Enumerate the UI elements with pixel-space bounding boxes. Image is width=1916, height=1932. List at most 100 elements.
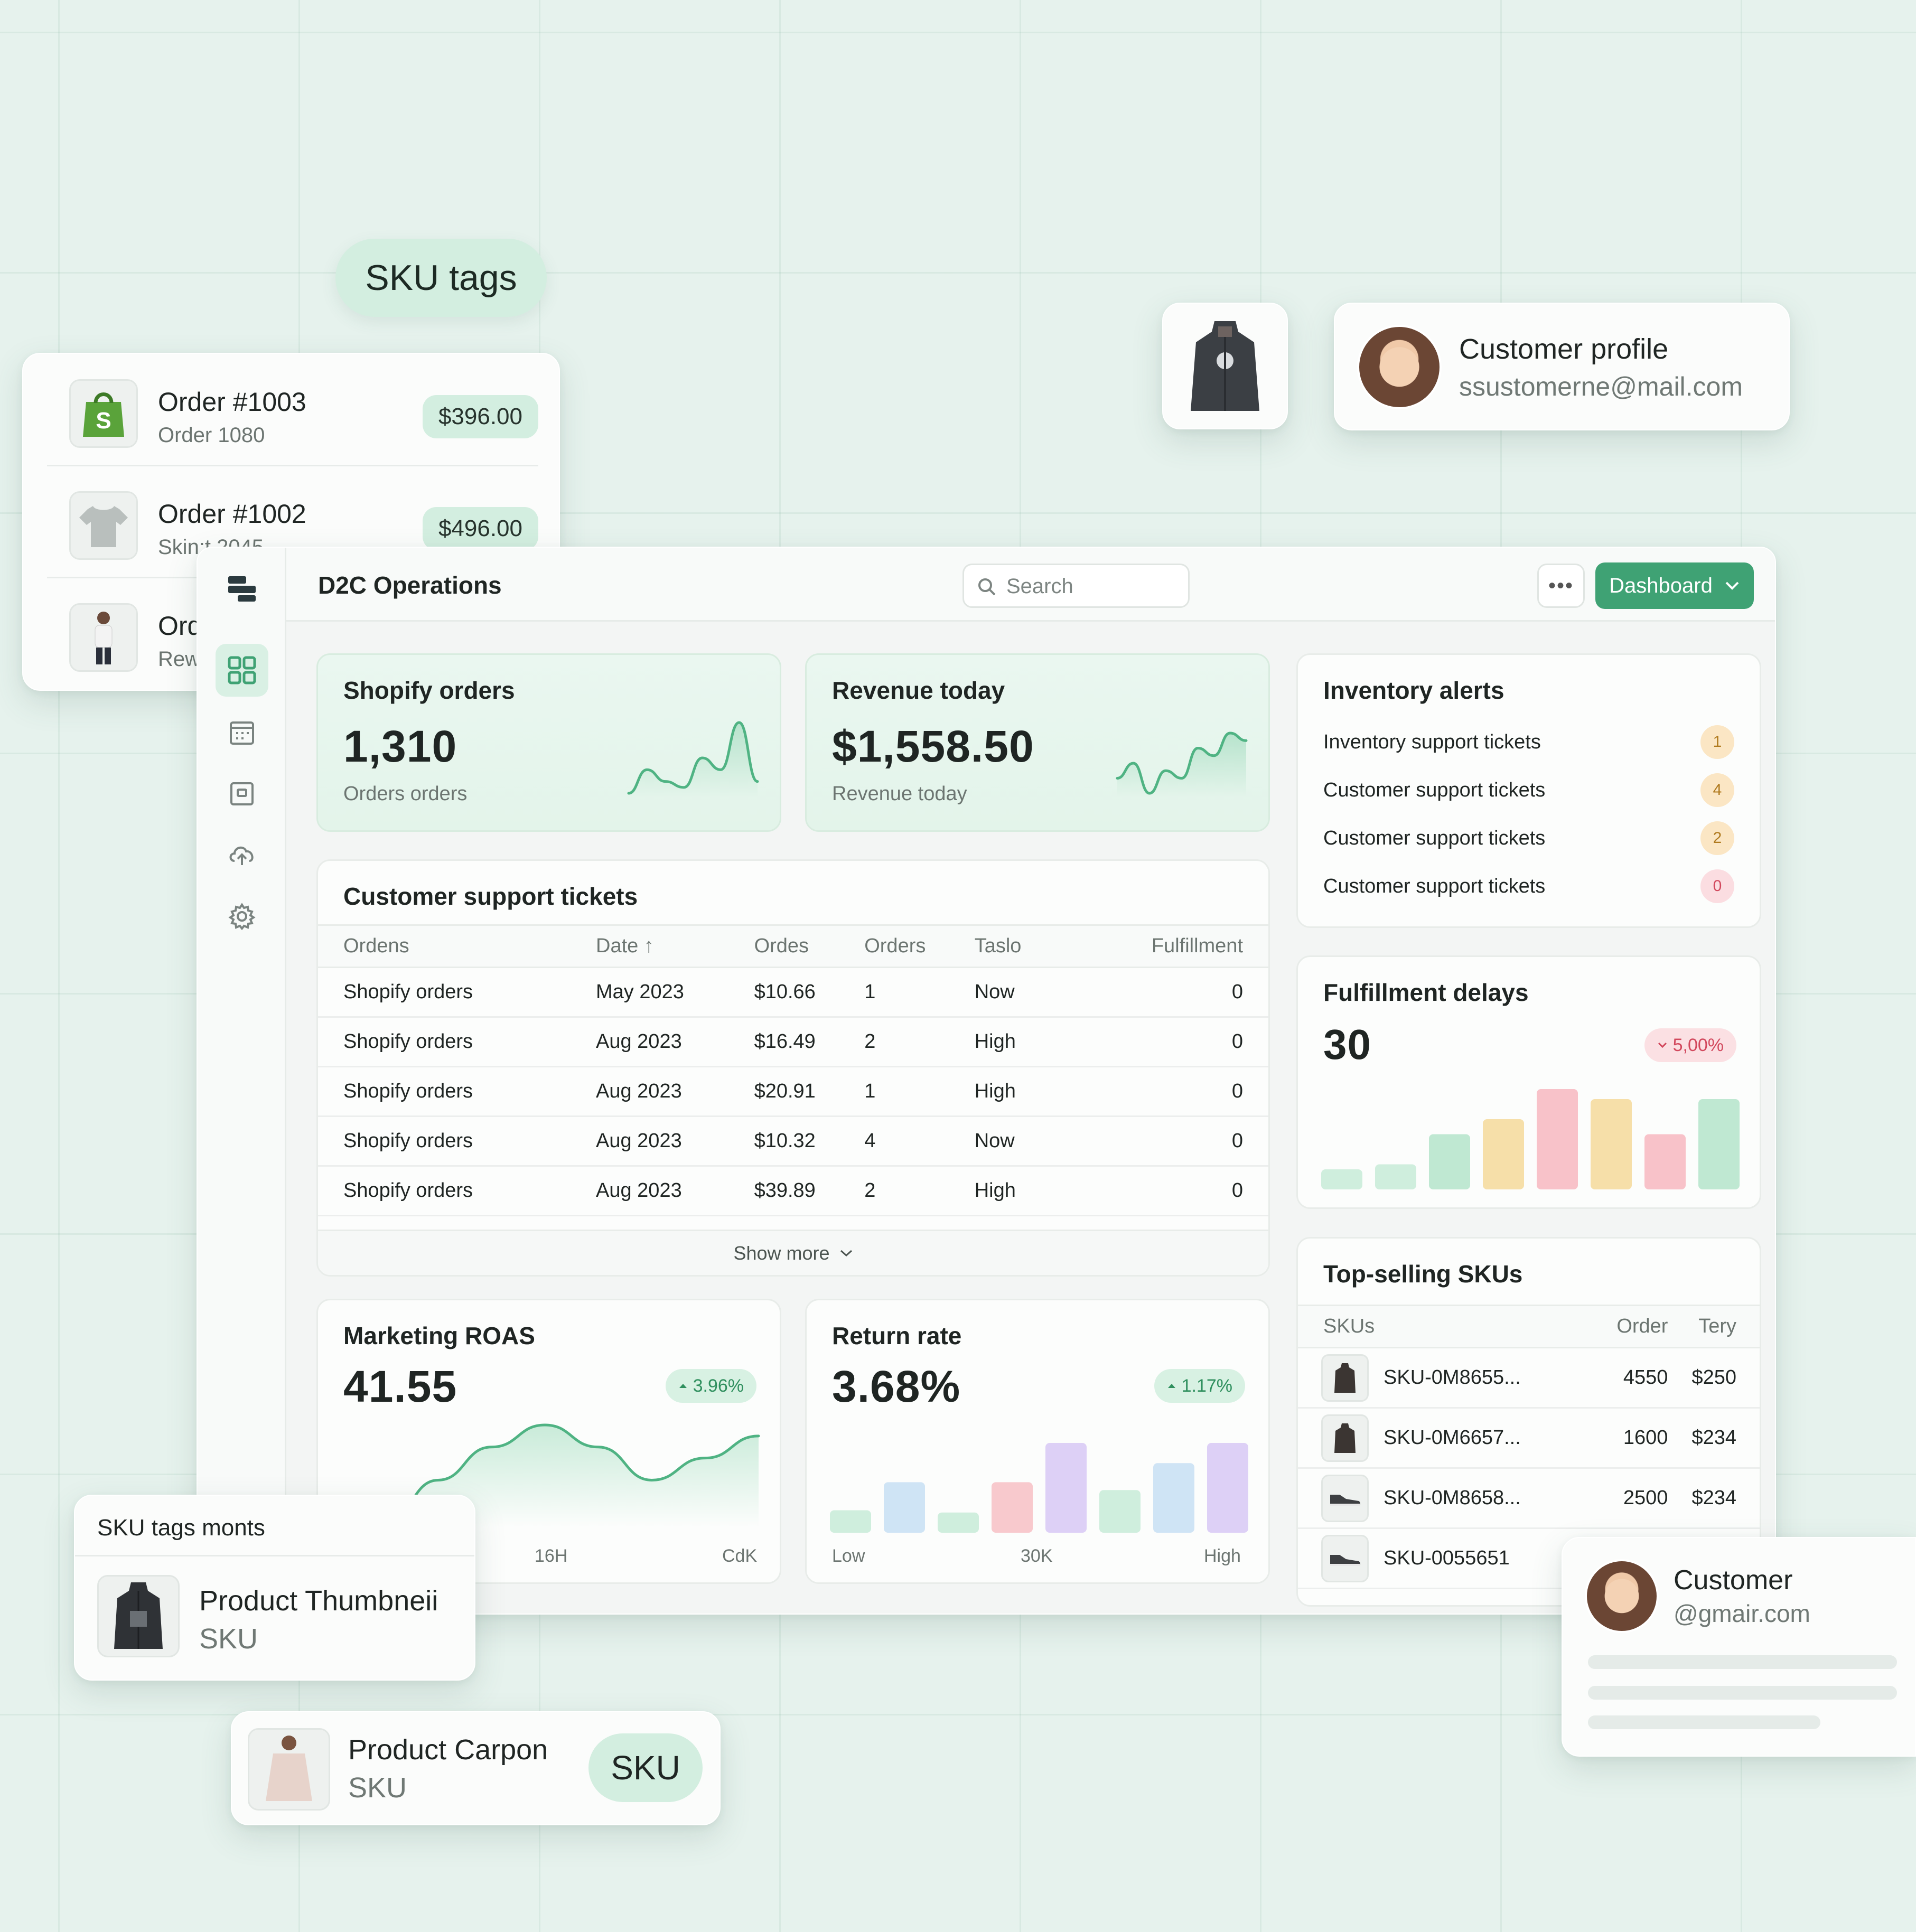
delta-value: 3.96%: [693, 1375, 744, 1396]
shopify-orders-sparkline: [627, 721, 759, 798]
card-title: Top-selling SKUs: [1323, 1260, 1523, 1288]
table-cell: 2500: [1599, 1468, 1668, 1529]
arrow-down-icon: [1658, 1042, 1667, 1048]
table-cell: Aug 2023: [596, 1116, 754, 1167]
revenue-sparkline: [1116, 731, 1248, 798]
column-header[interactable]: Order: [1599, 1305, 1668, 1348]
sku-cell: SKU-0M8655...: [1298, 1347, 1599, 1409]
alert-count-badge: 2: [1700, 821, 1734, 855]
card-title: Customer support tickets: [343, 883, 638, 910]
settings-gear-icon[interactable]: [216, 890, 268, 943]
more-options-button[interactable]: •••: [1537, 564, 1585, 608]
table-row[interactable]: Shopify orders Aug 2023 $16.49 2 High 0: [318, 1017, 1268, 1067]
column-header[interactable]: Ordes: [754, 924, 865, 968]
shopping-bag-icon: S: [69, 379, 138, 448]
order-row[interactable]: S Order #1003 Order 1080 $396.00: [47, 364, 538, 459]
column-header[interactable]: Tery: [1668, 1305, 1760, 1348]
table-row[interactable]: Shopify orders Aug 2023 $10.32 4 Now 0: [318, 1116, 1268, 1167]
bar: [1429, 1134, 1470, 1189]
bar: [1207, 1443, 1248, 1533]
table-row[interactable]: SKU-0M8658... 2500 $234: [1298, 1468, 1760, 1529]
table-row[interactable]: Shopify orders Aug 2023 $20.91 1 High 0: [318, 1066, 1268, 1117]
card-header: SKU tags monts: [97, 1515, 265, 1541]
delta-badge: 3.96%: [665, 1369, 756, 1403]
kpi-value: $1,558.50: [832, 721, 1034, 771]
product-carpon-card[interactable]: Product Carpon SKU SKU: [231, 1711, 721, 1825]
table-row[interactable]: Shopify orders May 2023 $10.66 1 Now 0: [318, 967, 1268, 1018]
cloud-upload-icon[interactable]: [216, 829, 268, 881]
table-row[interactable]: SKU-0M6657... 1600 $234: [1298, 1408, 1760, 1469]
search-input[interactable]: [1006, 573, 1181, 600]
sku-cell-content: SKU-0055651: [1321, 1534, 1599, 1582]
alert-row[interactable]: Customer support tickets 4: [1323, 772, 1734, 809]
customer-name: Customer: [1674, 1565, 1793, 1596]
card-title: Inventory alerts: [1323, 677, 1504, 704]
sku-tag-pill[interactable]: SKU: [588, 1733, 703, 1802]
alert-row[interactable]: Customer support tickets 2: [1323, 820, 1734, 857]
sku-tags-card[interactable]: SKU tags monts Product Thumbneii SKU: [74, 1495, 475, 1681]
column-header[interactable]: Date ↑: [596, 924, 754, 968]
show-more-button[interactable]: Show more: [318, 1230, 1268, 1275]
column-header[interactable]: Ordens: [318, 924, 596, 968]
column-header[interactable]: Taslo: [974, 924, 1059, 968]
kpi-value: 41.55: [343, 1362, 457, 1411]
table-cell: Shopify orders: [318, 967, 596, 1018]
table-cell: $10.32: [754, 1116, 865, 1167]
alert-row[interactable]: Inventory support tickets 1: [1323, 724, 1734, 761]
table-cell: 0: [1058, 967, 1268, 1018]
order-sub: Order 1080: [158, 424, 265, 447]
fulfillment-delays-card[interactable]: Fulfillment delays 30 5,00%: [1296, 955, 1761, 1209]
return-rate-card[interactable]: Return rate 3.68% 1.17% Low 30K High: [805, 1299, 1270, 1584]
customer-profile-card[interactable]: Customer profile ssustomerne@mail.com: [1334, 303, 1790, 430]
table-row[interactable]: Shopify orders Aug 2023 $39.89 2 High 0: [318, 1166, 1268, 1216]
divider: [75, 1555, 474, 1556]
alert-label: Customer support tickets: [1323, 779, 1546, 801]
column-header[interactable]: Fulfillment: [1058, 924, 1268, 968]
x-tick-label: Low: [832, 1546, 865, 1566]
chevron-down-icon: [840, 1250, 852, 1256]
product-sku: SKU: [348, 1772, 407, 1804]
table-cell: 1600: [1599, 1408, 1668, 1469]
table-cell: 4550: [1599, 1347, 1668, 1409]
bar: [1153, 1463, 1194, 1533]
logo-icon[interactable]: [216, 562, 268, 615]
table-row[interactable]: SKU-0M8655... 4550 $250: [1298, 1347, 1760, 1409]
delta-value: 1.17%: [1181, 1375, 1232, 1396]
table-cell: 0: [1058, 1116, 1268, 1167]
bar: [1698, 1099, 1740, 1189]
alert-row[interactable]: Customer support tickets 0: [1323, 868, 1734, 905]
bar: [992, 1482, 1033, 1533]
product-thumbnail-card[interactable]: [1162, 303, 1288, 429]
chevron-down-icon: [1725, 582, 1739, 590]
dashboard-dropdown-button[interactable]: Dashboard: [1595, 562, 1754, 609]
table-cell: $234: [1668, 1468, 1760, 1529]
sku-code: SKU-0M8658...: [1384, 1487, 1521, 1509]
customer-card[interactable]: Customer @gmair.com: [1562, 1537, 1916, 1757]
person-icon: [69, 603, 138, 672]
profile-title: Customer profile: [1459, 333, 1669, 365]
jacket-icon: [1321, 1414, 1369, 1462]
alert-count-badge: 4: [1700, 773, 1734, 807]
sku-cell-content: SKU-0M6657...: [1321, 1414, 1599, 1462]
table-cell: $20.91: [754, 1066, 865, 1117]
show-more-label: Show more: [733, 1242, 830, 1264]
dashboard-window: D2C Operations ••• Dashboard Shopify ord…: [197, 547, 1776, 1615]
jacket-icon: [1191, 321, 1259, 411]
divider: [47, 465, 538, 466]
revenue-today-card[interactable]: Revenue today $1,558.50 Revenue today: [805, 653, 1270, 832]
alert-label: Inventory support tickets: [1323, 730, 1541, 753]
sku-tags-pill[interactable]: SKU tags: [335, 239, 547, 317]
table-cell: 2: [864, 1166, 975, 1216]
card-title: Marketing ROAS: [343, 1322, 535, 1349]
search-box[interactable]: [962, 564, 1190, 608]
column-header[interactable]: Orders: [864, 924, 975, 968]
sku-cell: SKU-0M6657...: [1298, 1408, 1599, 1469]
box-icon[interactable]: [216, 767, 268, 820]
column-header[interactable]: SKUs: [1298, 1305, 1599, 1348]
calendar-icon[interactable]: [216, 706, 268, 759]
shoe-icon: [1321, 1534, 1369, 1582]
shopify-orders-card[interactable]: Shopify orders 1,310 Orders orders: [316, 653, 781, 832]
x-tick-label: CdK: [722, 1546, 758, 1566]
dashboard-grid-icon[interactable]: [216, 644, 268, 697]
alert-count-badge: 0: [1700, 869, 1734, 903]
